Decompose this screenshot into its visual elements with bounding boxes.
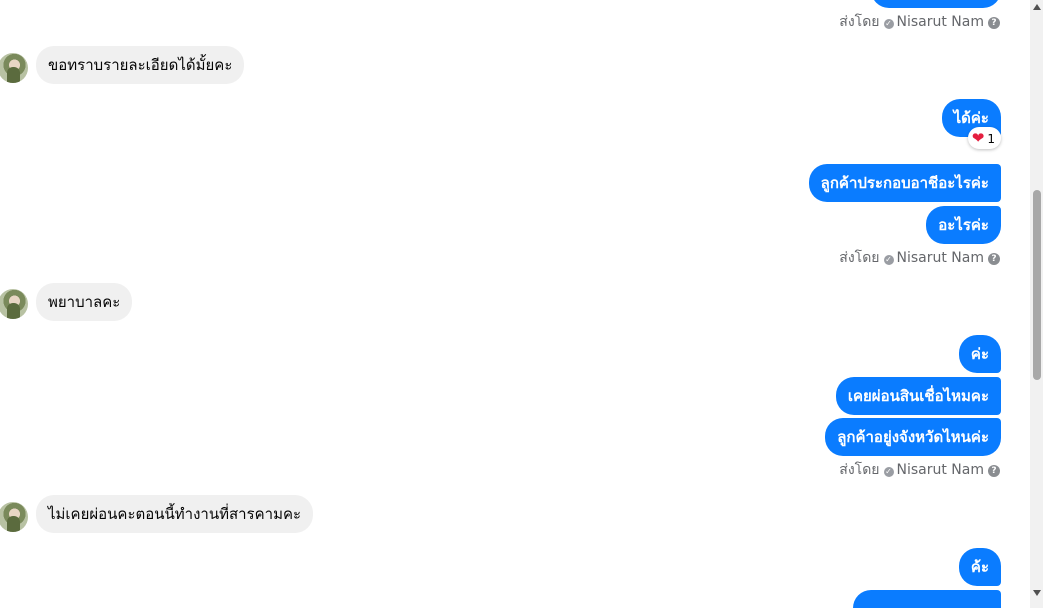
help-icon[interactable]: ? bbox=[988, 253, 1000, 265]
scroll-down-arrow-icon[interactable] bbox=[1033, 590, 1041, 596]
sent-by-label: ส่งโดย ✓ Nisarut Nam? bbox=[839, 461, 1000, 479]
sent-by-prefix: ส่งโดย bbox=[839, 250, 880, 266]
chat-window: ส่งโดย ✓ Nisarut Nam? ขอทราบรายละเอียดได้ม… bbox=[0, 0, 1043, 608]
vertical-scrollbar[interactable] bbox=[1030, 0, 1043, 608]
help-icon[interactable]: ? bbox=[988, 465, 1000, 477]
message-bubble-outgoing[interactable]: อะไรค่ะ bbox=[926, 206, 1001, 244]
message-bubble-outgoing[interactable]: ลูกค้าอยู่งจังหวัดไหนค่ะ bbox=[825, 418, 1001, 456]
avatar[interactable] bbox=[0, 289, 28, 319]
reaction-count: 1 bbox=[987, 132, 995, 146]
sent-by-prefix: ส่งโดย bbox=[839, 462, 880, 478]
message-bubble-incoming[interactable]: ไม่เคยผ่อนคะตอนนี้ทำงานที่สารคามคะ bbox=[36, 495, 314, 533]
scroll-up-arrow-icon[interactable] bbox=[1033, 4, 1041, 10]
check-icon: ✓ bbox=[883, 467, 894, 477]
sender-name: Nisarut Nam bbox=[896, 462, 985, 478]
sender-name: Nisarut Nam bbox=[896, 14, 985, 30]
check-icon: ✓ bbox=[883, 255, 894, 265]
sender-name: Nisarut Nam bbox=[896, 250, 985, 266]
message-bubble-outgoing[interactable]: ลูกค้าประกอบอาชีอะไรค่ะ bbox=[808, 164, 1001, 202]
avatar[interactable] bbox=[0, 53, 28, 83]
message-bubble-outgoing[interactable]: ค้ะ bbox=[958, 548, 1001, 586]
sent-by-prefix: ส่งโดย bbox=[839, 14, 880, 30]
message-bubble-incoming[interactable]: ขอทราบรายละเอียดได้มั้ยคะ bbox=[36, 46, 245, 84]
help-icon[interactable]: ? bbox=[988, 17, 1000, 29]
sent-by-label: ส่งโดย ✓ Nisarut Nam? bbox=[839, 249, 1000, 267]
message-bubble-incoming[interactable]: พยาบาลคะ bbox=[36, 283, 133, 321]
message-thread[interactable]: ส่งโดย ✓ Nisarut Nam? ขอทราบรายละเอียดได้ม… bbox=[0, 0, 1030, 608]
scrollbar-thumb[interactable] bbox=[1033, 190, 1041, 380]
message-bubble-outgoing[interactable]: เคยผ่อนสินเชื่อไหมคะ bbox=[835, 377, 1001, 415]
check-icon: ✓ bbox=[883, 19, 894, 29]
message-bubble-outgoing-partial[interactable] bbox=[853, 590, 1001, 608]
sent-by-label: ส่งโดย ✓ Nisarut Nam? bbox=[839, 13, 1000, 31]
reaction-badge[interactable]: ❤ 1 bbox=[967, 127, 1001, 149]
message-bubble-outgoing[interactable]: ค่ะ bbox=[958, 335, 1001, 373]
heart-icon: ❤ bbox=[971, 129, 985, 147]
avatar[interactable] bbox=[0, 502, 28, 532]
message-bubble-outgoing-partial[interactable] bbox=[871, 0, 1001, 8]
